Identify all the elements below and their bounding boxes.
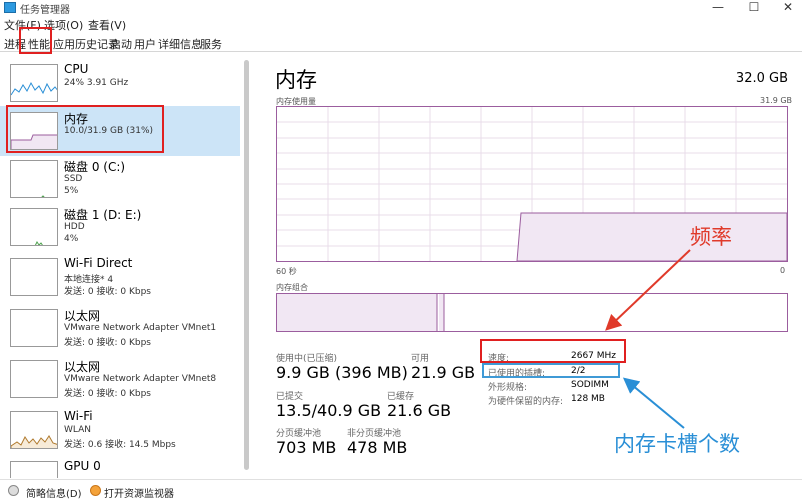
tab-bar: 进程 性能 应用历史记录 启动 用户 详细信息 服务 xyxy=(0,34,802,52)
disk-0-thumbnail-graph xyxy=(10,160,58,198)
ethernet-vmnet1-thumbnail-graph xyxy=(10,309,58,347)
menu-view[interactable]: 查看(V) xyxy=(88,17,126,33)
sidebar-item-throughput: 发送: 0 接收: 0 Kbps xyxy=(64,287,151,297)
wifi-mini-chart xyxy=(11,435,57,448)
in-use-segment xyxy=(277,294,437,331)
maximize-button[interactable]: ☐ xyxy=(740,0,768,16)
slots-arrow xyxy=(622,377,685,429)
memory-item-highlight xyxy=(6,105,164,153)
tab-services[interactable]: 服务 xyxy=(200,36,222,52)
spec-form-factor-label: 外形规格: xyxy=(488,383,528,393)
sidebar-item-title: 以太网 xyxy=(64,309,101,323)
spec-reserved-label: 为硬件保留的内存: xyxy=(488,397,564,407)
minimize-button[interactable]: — xyxy=(704,0,732,16)
tab-startup[interactable]: 启动 xyxy=(110,36,132,52)
modified-segment xyxy=(439,294,444,331)
sidebar-item-title: 磁盘 0 (C:) xyxy=(64,160,126,174)
in-use-value: 9.9 GB (396 MB) xyxy=(276,363,408,382)
cached-value: 21.6 GB xyxy=(387,401,452,420)
sidebar-item-detail: SSD xyxy=(64,174,83,184)
memory-composition-bar xyxy=(276,293,788,332)
tab-details[interactable]: 详细信息 xyxy=(158,36,202,52)
sidebar-item-title: Wi-Fi xyxy=(64,409,93,423)
sidebar-item-detail: WLAN xyxy=(64,425,92,435)
memory-usage-area xyxy=(516,212,788,262)
sidebar-item-cpu[interactable]: CPU 24% 3.91 GHz xyxy=(0,58,240,108)
resource-sidebar: CPU 24% 3.91 GHz 内存 10.0/31.9 GB (31%) 磁… xyxy=(0,53,252,478)
committed-value: 13.5/40.9 GB xyxy=(276,401,382,420)
close-button[interactable]: ✕ xyxy=(774,0,802,16)
wifi-thumbnail-graph xyxy=(10,411,58,449)
sidebar-item-detail: HDD xyxy=(64,222,85,232)
non-paged-pool-value: 478 MB xyxy=(347,438,408,457)
available-value: 21.9 GB xyxy=(411,363,476,382)
slots-annotation: 内存卡槽个数 xyxy=(614,432,740,456)
disk-1-thumbnail-graph xyxy=(10,208,58,246)
sidebar-item-title: Wi-Fi Direct xyxy=(64,256,133,270)
spec-reserved-value: 128 MB xyxy=(571,394,605,404)
tab-users[interactable]: 用户 xyxy=(134,36,156,52)
sidebar-item-title: 以太网 xyxy=(64,360,101,374)
sidebar-item-throughput: 发送: 0 接收: 0 Kbps xyxy=(64,389,151,399)
time-axis-start: 60 秒 xyxy=(276,267,297,276)
performance-tab-highlight xyxy=(19,27,52,54)
sidebar-item-ethernet-vmnet1[interactable]: 以太网 VMware Network Adapter VMnet1 发送: 0 … xyxy=(0,303,240,353)
disk-0-mini-chart xyxy=(41,195,45,197)
ethernet-vmnet8-thumbnail-graph xyxy=(10,360,58,398)
sidebar-item-detail: VMware Network Adapter VMnet1 xyxy=(64,323,217,333)
footer-bar: 简略信息(D) 打开资源监视器 xyxy=(0,479,802,500)
speed-highlight-box xyxy=(480,339,626,363)
total-memory: 32.0 GB xyxy=(735,71,788,86)
title-bar: 任务管理器 — ☐ ✕ xyxy=(0,0,802,16)
cpu-thumbnail-graph xyxy=(10,64,58,102)
cpu-mini-chart xyxy=(11,81,57,96)
memory-composition-chart xyxy=(277,294,445,331)
frequency-annotation: 频率 xyxy=(690,225,732,249)
sidebar-item-wifi-direct[interactable]: Wi-Fi Direct 本地连接* 4 发送: 0 接收: 0 Kbps xyxy=(0,252,240,302)
page-title: 内存 xyxy=(275,68,317,92)
sidebar-item-title: GPU 0 xyxy=(64,459,101,473)
spec-form-factor-value: SODIMM xyxy=(571,380,609,390)
sidebar-item-ethernet-vmnet8[interactable]: 以太网 VMware Network Adapter VMnet8 发送: 0 … xyxy=(0,354,240,404)
composition-label: 内存组合 xyxy=(276,283,308,292)
sidebar-item-usage: 5% xyxy=(64,186,79,196)
usage-graph-max: 31.9 GB xyxy=(760,96,793,105)
window-title: 任务管理器 xyxy=(20,5,70,16)
sidebar-item-title: 磁盘 1 (D: E:) xyxy=(64,208,142,222)
sidebar-item-disk-0[interactable]: 磁盘 0 (C:) SSD 5% xyxy=(0,154,240,204)
sidebar-item-detail: 24% 3.91 GHz xyxy=(64,78,129,88)
sidebar-item-gpu-0[interactable]: GPU 0 xyxy=(0,455,240,478)
time-axis-end: 0 xyxy=(780,266,786,275)
sidebar-item-throughput: 发送: 0 接收: 0 Kbps xyxy=(64,338,151,348)
sidebar-item-usage: 4% xyxy=(64,234,79,244)
sidebar-item-detail: VMware Network Adapter VMnet8 xyxy=(64,374,217,384)
menu-bar: 文件(F) 选项(O) 查看(V) xyxy=(0,16,802,34)
sidebar-item-wifi[interactable]: Wi-Fi WLAN 发送: 0.6 接收: 14.5 Mbps xyxy=(0,405,240,455)
disk-1-mini-chart xyxy=(34,241,43,245)
wifi-direct-thumbnail-graph xyxy=(10,258,58,296)
task-manager-icon xyxy=(4,2,16,13)
sidebar-scrollbar[interactable] xyxy=(244,60,249,470)
collapse-icon xyxy=(8,485,19,496)
slots-highlight-box xyxy=(482,363,620,378)
gpu-0-thumbnail-graph xyxy=(10,461,58,478)
sidebar-item-disk-1[interactable]: 磁盘 1 (D: E:) HDD 4% xyxy=(0,202,240,252)
paged-pool-value: 703 MB xyxy=(276,438,337,457)
fewer-details-link[interactable]: 简略信息(D) xyxy=(26,485,82,500)
sidebar-item-title: CPU xyxy=(64,62,89,76)
open-resource-monitor-link[interactable]: 打开资源监视器 xyxy=(104,485,174,500)
resource-monitor-icon xyxy=(90,485,101,496)
sidebar-item-throughput: 发送: 0.6 接收: 14.5 Mbps xyxy=(64,440,176,450)
